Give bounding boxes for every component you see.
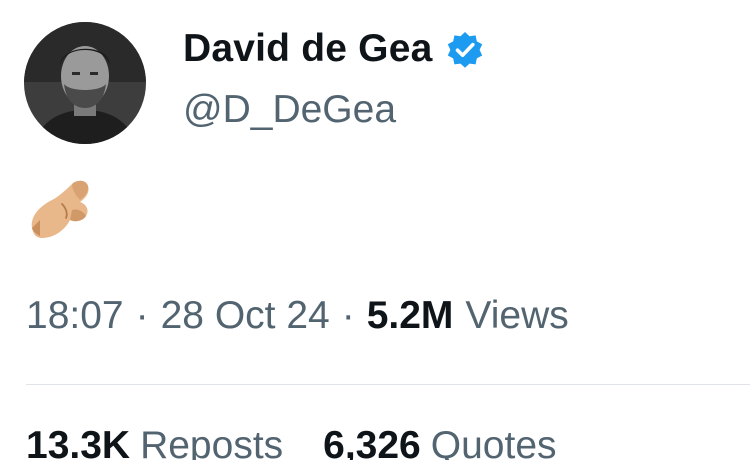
views-count: 5.2M	[366, 294, 454, 337]
meta-separator: ·	[135, 294, 149, 337]
quotes-count: 6,326	[323, 424, 421, 460]
avatar[interactable]	[24, 22, 146, 144]
avatar-photo	[24, 22, 146, 144]
tweet-meta: 18:07 · 28 Oct 24 · 5.2M Views	[26, 294, 569, 338]
tweet-date[interactable]: 28 Oct 24	[161, 294, 330, 338]
reposts-label: Reposts	[140, 424, 284, 460]
meta-separator: ·	[341, 294, 355, 337]
reposts-stat[interactable]: 13.3K Reposts	[26, 424, 283, 460]
tweet-time[interactable]: 18:07	[26, 294, 124, 338]
divider	[26, 384, 750, 385]
views-label: Views	[465, 294, 569, 337]
display-name[interactable]: David de Gea	[183, 27, 433, 71]
display-name-row: David de Gea	[183, 26, 485, 72]
user-handle[interactable]: @D_DeGea	[183, 88, 396, 132]
tweet-text	[26, 176, 98, 248]
verified-badge-icon[interactable]	[445, 30, 485, 70]
engagement-stats: 13.3K Reposts 6,326 Quotes	[26, 424, 597, 460]
quotes-stat[interactable]: 6,326 Quotes	[323, 424, 556, 460]
pinched-fingers-emoji-icon	[31, 180, 89, 238]
reposts-count: 13.3K	[26, 424, 131, 460]
quotes-label: Quotes	[430, 424, 557, 460]
tweet-card: David de Gea @D_DeGea 18:07 · 28 Oct 24 …	[0, 0, 750, 460]
